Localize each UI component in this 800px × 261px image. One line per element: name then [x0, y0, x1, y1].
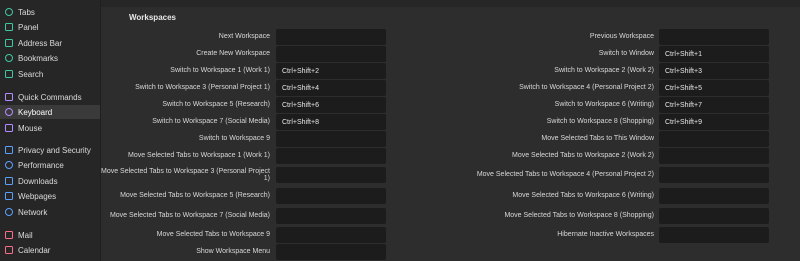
sidebar-item-label: Performance: [18, 160, 64, 170]
shortcut-row: Previous Workspace: [101, 29, 771, 45]
shortcut-row: Switch to Workspace 2 (Work 2) Ctrl+Shift…: [101, 63, 771, 79]
shortcut-row: Switch to Workspace 4 (Personal Project …: [101, 80, 771, 96]
performance-icon: [5, 161, 13, 169]
sidebar-item-quick-commands[interactable]: Quick Commands: [0, 90, 100, 104]
search-icon: [5, 70, 13, 78]
shortcut-input[interactable]: Ctrl+Shift+9: [659, 114, 769, 130]
sidebar-item-label: Privacy and Security: [18, 145, 91, 155]
shortcut-label: Switch to Workspace 4 (Personal Project …: [519, 84, 654, 92]
address-bar-icon: [5, 39, 13, 47]
shortcut-row: Move Selected Tabs to Workspace 8 (Shopp…: [101, 208, 771, 224]
sidebar-item-panel[interactable]: Panel: [0, 20, 100, 34]
tabs-icon: [5, 8, 13, 16]
shortcut-label: Switch to Workspace 6 (Writing): [554, 101, 654, 109]
sidebar-item-privacy-and-security[interactable]: Privacy and Security: [0, 143, 100, 157]
calendar-icon: [5, 246, 13, 254]
sidebar-item-performance[interactable]: Performance: [0, 158, 100, 172]
shortcut-input[interactable]: Ctrl+Shift+7: [659, 97, 769, 113]
shortcut-label: Switch to Window: [598, 50, 654, 58]
quick-commands-icon: [5, 93, 13, 101]
sidebar-item-network[interactable]: Network: [0, 205, 100, 219]
shortcut-label: Switch to Workspace 8 (Shopping): [546, 118, 654, 126]
shortcut-input[interactable]: [659, 148, 769, 164]
sidebar-item-label: Calendar: [18, 245, 51, 255]
top-bar: [101, 0, 800, 7]
shortcut-input[interactable]: [659, 29, 769, 45]
sidebar-item-label: Mail: [18, 230, 33, 240]
shortcut-label: Move Selected Tabs to Workspace 6 (Writi…: [512, 192, 654, 200]
shortcut-row: Move Selected Tabs to This Window: [101, 131, 771, 147]
shortcut-input[interactable]: Ctrl+Shift+3: [659, 63, 769, 79]
shortcut-input[interactable]: Ctrl+Shift+5: [659, 80, 769, 96]
shortcut-input[interactable]: [659, 188, 769, 204]
sidebar-item-label: Downloads: [18, 176, 58, 186]
bookmarks-icon: [5, 54, 13, 62]
sidebar-item-label: Keyboard: [18, 107, 53, 117]
shortcut-label: Hibernate Inactive Workspaces: [557, 231, 654, 239]
network-icon: [5, 208, 13, 216]
mail-icon: [5, 231, 13, 239]
shortcut-row: Move Selected Tabs to Workspace 6 (Writi…: [101, 188, 771, 204]
keyboard-icon: [5, 108, 13, 116]
downloads-icon: [5, 177, 13, 185]
shortcut-input[interactable]: [659, 208, 769, 224]
sidebar-item-label: Search: [18, 69, 44, 79]
sidebar-item-label: Network: [18, 207, 48, 217]
shortcut-label: Switch to Workspace 2 (Work 2): [554, 67, 654, 75]
shortcut-row: Move Selected Tabs to Workspace 4 (Perso…: [101, 167, 771, 183]
shortcut-label: Previous Workspace: [589, 33, 654, 41]
shortcut-row: Show Workspace Menu: [101, 244, 391, 260]
shortcut-input[interactable]: [659, 131, 769, 147]
mouse-icon: [5, 124, 13, 132]
sidebar-item-address-bar[interactable]: Address Bar: [0, 36, 100, 50]
sidebar-item-webpages[interactable]: Webpages: [0, 189, 100, 203]
sidebar-item-label: Bookmarks: [18, 53, 59, 63]
sidebar-item-calendar[interactable]: Calendar: [0, 243, 100, 257]
sidebar-item-downloads[interactable]: Downloads: [0, 174, 100, 188]
shortcut-label: Show Workspace Menu: [196, 248, 270, 256]
shortcut-row: Switch to Workspace 6 (Writing) Ctrl+Shif…: [101, 97, 771, 113]
settings-sidebar: Tabs Panel Address Bar Bookmarks Search Quick…: [0, 0, 101, 261]
shortcut-label: Move Selected Tabs to This Window: [541, 135, 654, 143]
shortcut-input[interactable]: [276, 244, 386, 260]
sidebar-item-keyboard[interactable]: Keyboard: [0, 105, 100, 119]
sidebar-item-label: Quick Commands: [18, 92, 82, 102]
section-title: Workspaces: [129, 13, 176, 22]
shortcut-row: Switch to Window Ctrl+Shift+1: [101, 46, 771, 62]
sidebar-item-mouse[interactable]: Mouse: [0, 121, 100, 135]
shortcut-input[interactable]: [659, 227, 769, 243]
shortcut-label: Move Selected Tabs to Workspace 8 (Shopp…: [504, 212, 654, 220]
shortcut-row: Switch to Workspace 8 (Shopping) Ctrl+Shi…: [101, 114, 771, 130]
sidebar-item-mail[interactable]: Mail: [0, 228, 100, 242]
shortcut-label: Move Selected Tabs to Workspace 2 (Work …: [511, 152, 654, 160]
shortcut-input[interactable]: [659, 167, 769, 183]
sidebar-item-bookmarks[interactable]: Bookmarks: [0, 51, 100, 65]
shortcut-input[interactable]: Ctrl+Shift+1: [659, 46, 769, 62]
sidebar-item-label: Mouse: [18, 123, 43, 133]
panel-icon: [5, 23, 13, 31]
sidebar-item-label: Tabs: [18, 7, 35, 17]
privacy-icon: [5, 146, 13, 154]
sidebar-item-tabs[interactable]: Tabs: [0, 5, 100, 19]
sidebar-item-label: Panel: [18, 22, 39, 32]
webpages-icon: [5, 192, 13, 200]
settings-main: Workspaces Next Workspace Create New Work…: [101, 0, 800, 261]
shortcut-row: Hibernate Inactive Workspaces: [101, 227, 771, 243]
sidebar-item-search[interactable]: Search: [0, 67, 100, 81]
sidebar-item-label: Webpages: [18, 191, 57, 201]
shortcut-label: Move Selected Tabs to Workspace 4 (Perso…: [476, 171, 654, 179]
sidebar-item-label: Address Bar: [18, 38, 63, 48]
shortcut-row: Move Selected Tabs to Workspace 2 (Work …: [101, 148, 771, 164]
